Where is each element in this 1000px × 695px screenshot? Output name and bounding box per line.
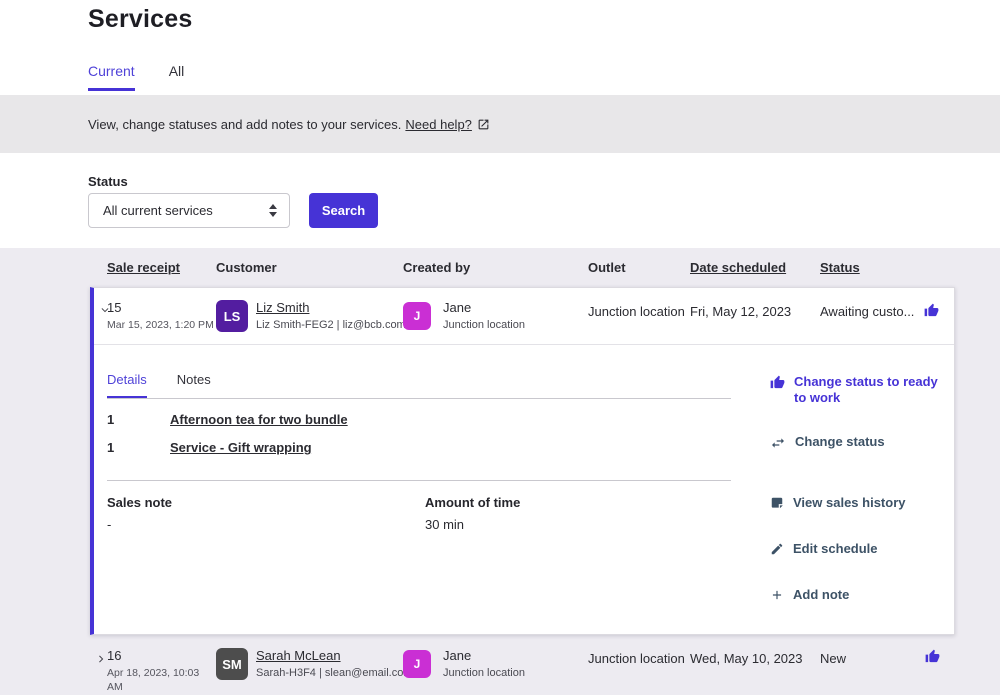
- external-link-icon: [477, 118, 490, 131]
- thumbs-up-icon[interactable]: [924, 303, 939, 318]
- customer-name-link[interactable]: Sarah McLean: [256, 648, 412, 663]
- header-customer: Customer: [216, 260, 277, 275]
- tab-all[interactable]: All: [169, 63, 185, 91]
- add-note-action[interactable]: Add note: [770, 587, 940, 603]
- item-name-link[interactable]: Afternoon tea for two bundle: [170, 412, 348, 427]
- created-by-detail: Junction location: [443, 667, 525, 679]
- status-filter-label: Status: [88, 174, 128, 189]
- sales-history-icon: [770, 496, 784, 511]
- change-status-action[interactable]: Change status: [770, 434, 940, 451]
- sale-receipt-id: 15: [107, 300, 121, 315]
- change-status-ready-action[interactable]: Change status to ready to work: [770, 374, 940, 406]
- created-by-detail: Junction location: [443, 319, 525, 331]
- customer-detail: Sarah-H3F4 | slean@email.com: [256, 667, 412, 679]
- status-cell: New: [820, 651, 846, 666]
- status-dropdown-value: All current services: [103, 203, 269, 218]
- swap-icon: [770, 435, 786, 451]
- sales-note-value: -: [107, 517, 111, 532]
- tab-notes[interactable]: Notes: [177, 372, 211, 399]
- created-by-name: Jane: [443, 648, 525, 663]
- dropdown-spinner-icon: [269, 204, 277, 217]
- page-tabs: Current All: [88, 63, 184, 91]
- amount-of-time-label: Amount of time: [425, 495, 520, 510]
- sale-receipt-date: Mar 15, 2023, 1:20 PM: [107, 318, 214, 332]
- services-page: Services Current All View, change status…: [0, 0, 1000, 695]
- tab-current[interactable]: Current: [88, 63, 135, 91]
- outlet-cell: Junction location: [588, 651, 685, 666]
- avatar: J: [403, 302, 431, 330]
- sale-receipt-id: 16: [107, 648, 121, 663]
- table-row-expanded: 15 Mar 15, 2023, 1:20 PM LS Liz Smith Li…: [90, 287, 955, 635]
- details-tabs: Details Notes: [107, 372, 241, 399]
- need-help-link[interactable]: Need help?: [405, 117, 472, 132]
- header-sale-receipt[interactable]: Sale receipt: [107, 260, 180, 275]
- date-scheduled-cell: Wed, May 10, 2023: [690, 651, 803, 666]
- services-table: Sale receipt Customer Created by Outlet …: [0, 248, 1000, 695]
- date-scheduled-cell: Fri, May 12, 2023: [690, 304, 791, 319]
- plus-icon: [770, 588, 784, 603]
- amount-of-time-value: 30 min: [425, 517, 464, 532]
- customer-detail: Liz Smith-FEG2 | liz@bcb.com: [256, 319, 406, 331]
- info-banner: View, change statuses and add notes to y…: [0, 95, 1000, 153]
- avatar: SM: [216, 648, 248, 680]
- sale-receipt-date: Apr 18, 2023, 10:03 AM: [107, 666, 212, 694]
- outlet-cell: Junction location: [588, 304, 685, 319]
- sales-note-label: Sales note: [107, 495, 172, 510]
- header-outlet: Outlet: [588, 260, 626, 275]
- chevron-right-icon[interactable]: [96, 654, 106, 664]
- banner-text: View, change statuses and add notes to y…: [88, 117, 401, 132]
- thumbs-up-icon: [770, 375, 785, 406]
- thumbs-up-icon[interactable]: [925, 649, 940, 664]
- divider: [107, 480, 731, 481]
- avatar: LS: [216, 300, 248, 332]
- tab-details[interactable]: Details: [107, 372, 147, 399]
- avatar: J: [403, 650, 431, 678]
- customer-name-link[interactable]: Liz Smith: [256, 300, 406, 315]
- item-name-link[interactable]: Service - Gift wrapping: [170, 440, 312, 455]
- pencil-icon: [770, 542, 784, 557]
- edit-schedule-action[interactable]: Edit schedule: [770, 541, 940, 557]
- divider: [107, 398, 731, 399]
- divider: [94, 344, 954, 345]
- page-title: Services: [88, 5, 192, 34]
- search-button[interactable]: Search: [309, 193, 378, 228]
- status-cell: Awaiting custo...: [820, 304, 914, 319]
- view-sales-history-action[interactable]: View sales history: [770, 495, 940, 511]
- item-quantity: 1: [107, 412, 114, 427]
- item-quantity: 1: [107, 440, 114, 455]
- header-date-scheduled[interactable]: Date scheduled: [690, 260, 786, 275]
- header-created-by: Created by: [403, 260, 470, 275]
- status-dropdown[interactable]: All current services: [88, 193, 290, 228]
- created-by-name: Jane: [443, 300, 525, 315]
- header-status[interactable]: Status: [820, 260, 860, 275]
